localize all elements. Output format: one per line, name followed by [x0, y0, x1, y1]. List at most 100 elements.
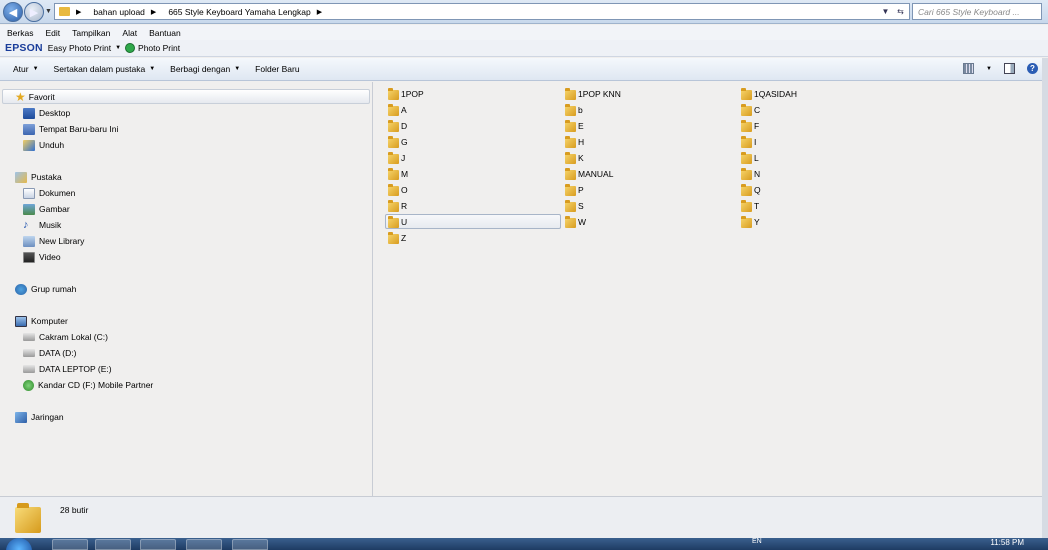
folder-icon: [741, 135, 752, 148]
nav-drive-d[interactable]: DATA (D:): [23, 346, 76, 360]
folder-item[interactable]: S: [565, 198, 584, 213]
preview-pane-icon[interactable]: [1004, 63, 1015, 74]
folder-item[interactable]: b: [565, 102, 583, 117]
folder-item[interactable]: Y: [741, 214, 760, 229]
taskbar-app-excel[interactable]: [232, 539, 268, 550]
new-folder-button[interactable]: Folder Baru: [255, 64, 299, 74]
photo-print-icon: [125, 43, 136, 53]
forward-button[interactable]: ▶: [24, 2, 44, 22]
chevron-down-icon[interactable]: ▼: [115, 45, 121, 51]
nav-homegroup[interactable]: Grup rumah: [15, 282, 76, 296]
photo-print-button[interactable]: Photo Print: [138, 43, 180, 53]
taskbar-app-explorer[interactable]: [95, 539, 131, 550]
start-button[interactable]: [6, 538, 32, 550]
breadcrumb-item[interactable]: bahan upload: [93, 7, 145, 17]
path-box[interactable]: ▶ bahan upload ▶ 665 Style Keyboard Yama…: [54, 3, 910, 20]
breadcrumb-separator[interactable]: ▶: [76, 8, 87, 16]
chevron-down-icon: ▼: [32, 66, 39, 72]
taskbar-app-chrome[interactable]: [140, 539, 176, 550]
path-dropdown-icon[interactable]: ▼: [879, 5, 892, 18]
nav-recent-places[interactable]: Tempat Baru-baru Ini: [23, 122, 118, 136]
nav-desktop[interactable]: Desktop: [23, 106, 70, 120]
window-edge: [1042, 58, 1048, 548]
file-list: 1POP A D G J M O R U Z 1POP KNN b E H K MANUAL P S W 1QAS…: [374, 82, 1042, 496]
folder-item[interactable]: K: [565, 150, 584, 165]
nav-computer[interactable]: Komputer: [15, 314, 68, 328]
nav-downloads[interactable]: Unduh: [23, 138, 64, 152]
chevron-down-icon[interactable]: ▼: [986, 66, 992, 72]
nav-documents[interactable]: Dokumen: [23, 186, 75, 200]
menu-file[interactable]: Berkas: [7, 28, 33, 38]
nav-pictures[interactable]: Gambar: [23, 202, 70, 216]
organize-button[interactable]: Atur ▼: [13, 64, 39, 74]
breadcrumb-separator[interactable]: ▶: [151, 8, 162, 16]
back-button[interactable]: ◀: [3, 2, 23, 22]
folder-icon: [388, 103, 399, 116]
folder-item[interactable]: A: [388, 102, 407, 117]
nav-network[interactable]: Jaringan: [15, 410, 64, 424]
folder-item[interactable]: N: [741, 166, 760, 181]
include-in-library-button[interactable]: Sertakan dalam pustaka ▼: [54, 64, 156, 74]
menu-view[interactable]: Tampilkan: [72, 28, 110, 38]
taskbar-app-ie[interactable]: [52, 539, 88, 550]
folder-item[interactable]: Q: [741, 182, 761, 197]
folder-item[interactable]: E: [565, 118, 584, 133]
epson-logo: EPSON: [5, 42, 43, 54]
nav-drive-f[interactable]: Kandar CD (F:) Mobile Partner: [23, 378, 153, 392]
breadcrumb-item[interactable]: 665 Style Keyboard Yamaha Lengkap: [168, 7, 310, 17]
folder-icon: [741, 199, 752, 212]
nav-favorites[interactable]: ★ Favorit: [2, 89, 370, 104]
nav-new-library[interactable]: New Library: [23, 234, 84, 248]
folder-item[interactable]: Z: [388, 230, 406, 245]
epson-toolbar: EPSON Easy Photo Print ▼ Photo Print: [0, 40, 1048, 57]
share-with-button[interactable]: Berbagi dengan ▼: [170, 64, 240, 74]
nav-drive-e[interactable]: DATA LEPTOP (E:): [23, 362, 112, 376]
folder-item[interactable]: M: [388, 166, 408, 181]
folder-item[interactable]: 1POP KNN: [565, 86, 621, 101]
folder-item[interactable]: 1QASIDAH: [741, 86, 797, 101]
nav-drive-c[interactable]: Cakram Lokal (C:): [23, 330, 108, 344]
clock[interactable]: 11:58 PM: [990, 538, 1024, 547]
folder-icon: [565, 103, 576, 116]
folder-label: MANUAL: [578, 168, 614, 179]
pictures-icon: [23, 203, 35, 215]
nav-libraries[interactable]: Pustaka: [15, 170, 62, 184]
folder-item[interactable]: 1POP: [388, 86, 424, 101]
help-icon[interactable]: ?: [1027, 63, 1038, 74]
language-indicator[interactable]: EN: [752, 538, 762, 545]
folder-item[interactable]: I: [741, 134, 756, 149]
folder-label: K: [578, 152, 584, 163]
folder-icon: [388, 87, 399, 100]
folder-item[interactable]: F: [741, 118, 759, 133]
folder-item[interactable]: P: [565, 182, 584, 197]
homegroup-icon: [15, 283, 27, 295]
menu-tools[interactable]: Alat: [122, 28, 137, 38]
folder-item[interactable]: T: [741, 198, 759, 213]
folder-item[interactable]: C: [741, 102, 760, 117]
folder-item[interactable]: U: [388, 214, 407, 229]
folder-item[interactable]: J: [388, 150, 405, 165]
folder-item[interactable]: G: [388, 134, 408, 149]
folder-icon: [388, 119, 399, 132]
folder-icon: [388, 215, 399, 228]
nav-music[interactable]: ♪ Musik: [23, 218, 61, 232]
refresh-icon[interactable]: ⇆: [894, 5, 907, 18]
menu-edit[interactable]: Edit: [45, 28, 60, 38]
folder-item[interactable]: W: [565, 214, 586, 229]
folder-item[interactable]: L: [741, 150, 759, 165]
taskbar-app-word[interactable]: [186, 539, 222, 550]
search-input[interactable]: Cari 665 Style Keyboard ...: [912, 3, 1042, 20]
folder-item[interactable]: H: [565, 134, 584, 149]
menu-help[interactable]: Bantuan: [149, 28, 181, 38]
folder-icon: [388, 183, 399, 196]
folder-item[interactable]: D: [388, 118, 407, 133]
video-icon: [23, 251, 35, 263]
nav-videos[interactable]: Video: [23, 250, 61, 264]
folder-item[interactable]: R: [388, 198, 407, 213]
folder-item[interactable]: O: [388, 182, 408, 197]
easy-photo-print-button[interactable]: Easy Photo Print: [48, 43, 111, 53]
breadcrumb-separator[interactable]: ▶: [317, 8, 328, 16]
folder-item[interactable]: MANUAL: [565, 166, 613, 181]
recent-pages-dropdown-icon[interactable]: ▼: [45, 8, 52, 15]
view-options-icon[interactable]: [963, 63, 975, 74]
